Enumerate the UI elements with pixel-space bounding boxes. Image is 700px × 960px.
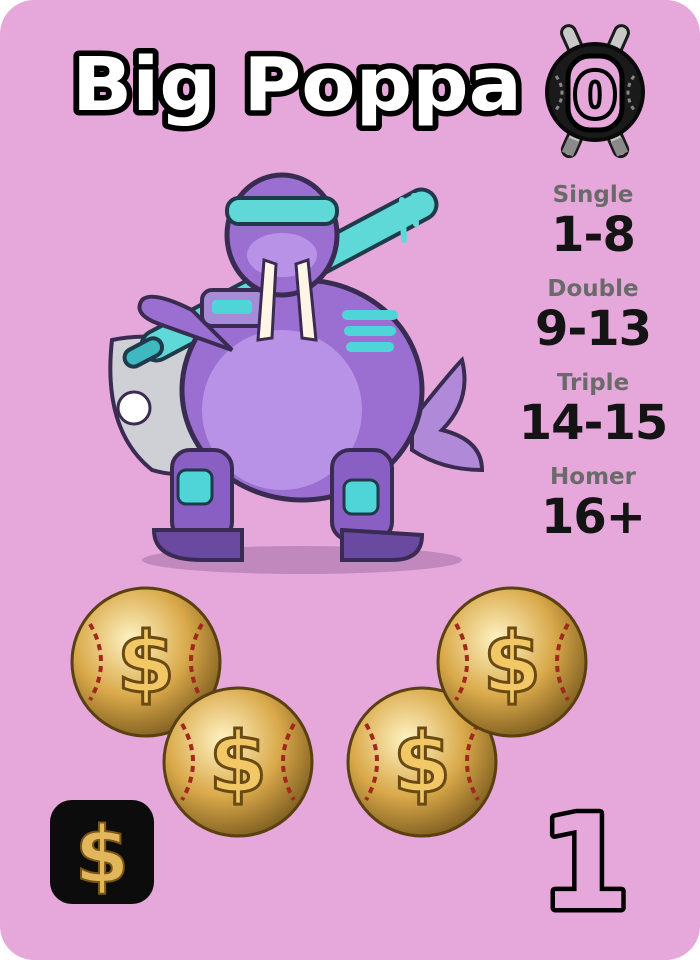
player-name-text: Big Poppa bbox=[72, 42, 522, 128]
coin: $ bbox=[160, 684, 316, 840]
stat-label: Homer bbox=[550, 464, 636, 490]
crossed-bats-badge: 0 bbox=[534, 18, 656, 166]
stat-range: 1-8 bbox=[551, 207, 636, 263]
stat-label: Double bbox=[547, 276, 639, 302]
stat-range: 16+ bbox=[540, 489, 646, 545]
hit-table: Single 1-8 Double 9-13 Triple 14-15 Home… bbox=[498, 182, 688, 558]
stat-homer: Homer 16+ bbox=[498, 464, 688, 544]
stat-triple: Triple 14-15 bbox=[498, 370, 688, 450]
stat-label: Single bbox=[552, 182, 634, 208]
stat-range: 9-13 bbox=[534, 301, 652, 357]
player-name-graphic: Big Poppa bbox=[67, 37, 528, 134]
card-number: 1 bbox=[530, 783, 640, 944]
cost-symbol: $ bbox=[75, 811, 129, 901]
badge-value: 0 bbox=[574, 61, 616, 131]
stat-label: Triple bbox=[556, 370, 630, 396]
player-name: Big Poppa bbox=[62, 30, 532, 140]
player-card: Big Poppa 0 Single 1-8 Double 9-13 Tripl… bbox=[0, 0, 700, 960]
coin-symbol: $ bbox=[483, 614, 541, 712]
walrus-mascot-illustration bbox=[92, 140, 492, 580]
card-number-text: 1 bbox=[540, 790, 630, 920]
coin-symbol: $ bbox=[209, 714, 267, 812]
stat-double: Double 9-13 bbox=[498, 276, 688, 356]
coin: $ bbox=[434, 584, 590, 740]
stat-single: Single 1-8 bbox=[498, 182, 688, 262]
stat-range: 14-15 bbox=[518, 395, 669, 451]
cost-icon: $ bbox=[50, 800, 154, 904]
